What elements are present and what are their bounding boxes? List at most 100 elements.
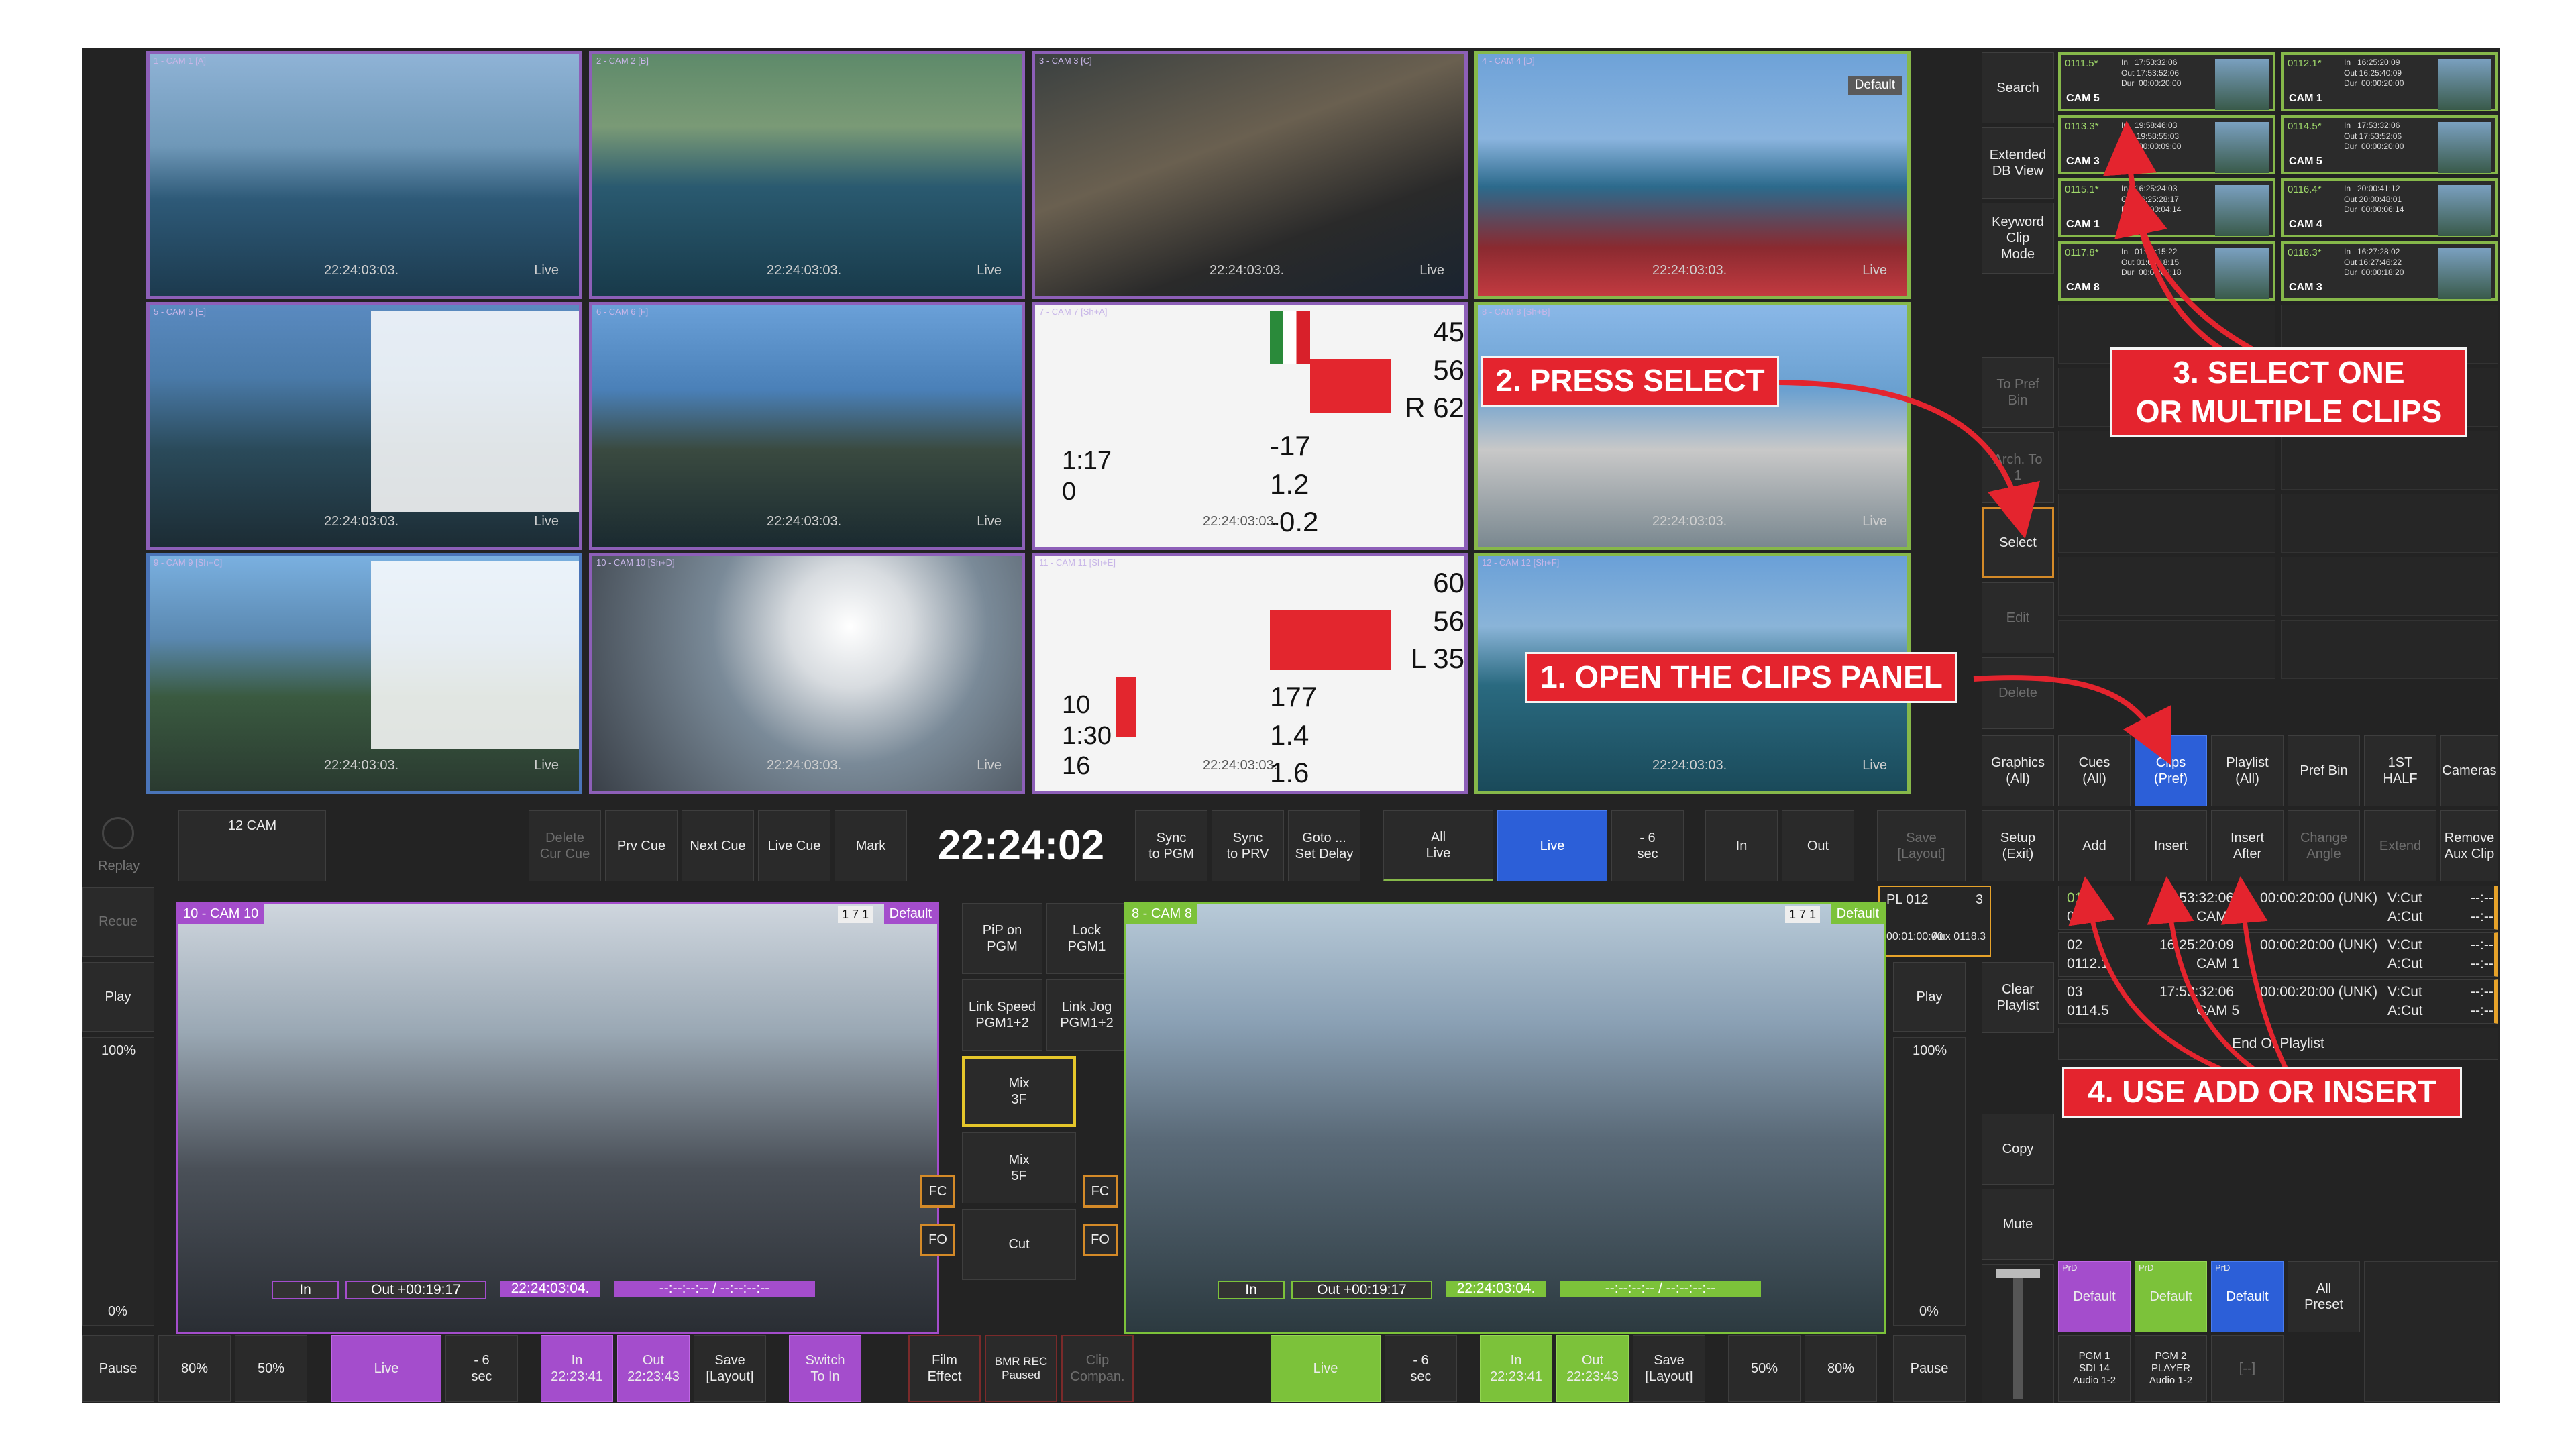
- camera-tile[interactable]: 10 - CAM 10 [Sh+D] 22:24:03:03. Live: [589, 553, 1025, 794]
- insert-button[interactable]: Insert: [2135, 810, 2207, 881]
- play-button-left[interactable]: Play: [82, 962, 154, 1032]
- speed-50-button-right[interactable]: 50%: [1728, 1335, 1801, 1402]
- in-button[interactable]: In: [1705, 810, 1778, 881]
- keyword-clip-mode-button[interactable]: Keyword Clip Mode: [1982, 203, 2054, 274]
- to-pref-bin-button[interactable]: To Pref Bin: [1982, 357, 2054, 428]
- playlist-row[interactable]: 02 0112.1 16:25:20:09 CAM 1 00:00:20:00 …: [2058, 932, 2498, 977]
- recue-button[interactable]: Recue: [82, 887, 154, 957]
- clip-companion-button[interactable]: Clip Compan.: [1061, 1335, 1134, 1402]
- link-jog-button[interactable]: Link Jog PGM1+2: [1046, 979, 1127, 1051]
- goto-set-delay-button[interactable]: Goto ... Set Delay: [1288, 810, 1360, 881]
- speed-80-button-right[interactable]: 80%: [1805, 1335, 1877, 1402]
- add-button[interactable]: Add: [2058, 810, 2131, 881]
- clip-slot-empty[interactable]: [2281, 431, 2498, 490]
- live-button-right[interactable]: Live: [1271, 1335, 1381, 1402]
- fade-cut-right-button[interactable]: FC: [1083, 1175, 1118, 1208]
- link-speed-button[interactable]: Link Speed PGM1+2: [962, 979, 1042, 1051]
- live-cue-button[interactable]: Live Cue: [758, 810, 830, 881]
- out-point-button-left[interactable]: Out 22:23:43: [617, 1335, 690, 1402]
- search-button[interactable]: Search: [1982, 52, 2054, 123]
- clip-slot-empty[interactable]: [2281, 557, 2498, 616]
- minus-6-sec-button[interactable]: - 6 sec: [1611, 810, 1684, 881]
- bmr-rec-button[interactable]: BMR REC Paused: [985, 1335, 1057, 1402]
- clip-cell[interactable]: 0112.1* In 16:25:20:09 Out 16:25:40:09 D…: [2281, 52, 2498, 111]
- camera-tile[interactable]: 1 - CAM 1 [A] 22:24:03:03. Live: [146, 51, 582, 299]
- pgm1-output[interactable]: PGM 1 SDI 14 Audio 1-2: [2058, 1335, 2131, 1402]
- fader-handle[interactable]: [1996, 1269, 2040, 1278]
- player-a[interactable]: 10 - CAM 10 1 7 1 Default In Out +00:19:…: [176, 902, 939, 1334]
- change-angle-button[interactable]: Change Angle: [2288, 810, 2360, 881]
- audio-fader[interactable]: [1982, 1264, 2054, 1403]
- camera-tile[interactable]: 6 - CAM 6 [F] 22:24:03:03. Live: [589, 302, 1025, 550]
- clip-cell[interactable]: 0113.3* In 19:58:46:03 Out 19:58:55:03 D…: [2058, 115, 2275, 174]
- clip-cell[interactable]: 0117.8* In 01:00:15:22 Out 01:00:18:15 D…: [2058, 241, 2275, 301]
- fade-out-right-button[interactable]: FO: [1083, 1224, 1118, 1256]
- playlist-row[interactable]: 03 0114.5 17:53:32:06 CAM 5 00:00:20:00 …: [2058, 979, 2498, 1024]
- delete-cue-button[interactable]: Delete Cur Cue: [529, 810, 601, 881]
- save-layout-button-left[interactable]: Save [Layout]: [694, 1335, 766, 1402]
- film-effect-button[interactable]: Film Effect: [908, 1335, 981, 1402]
- minus-6-sec-button-right[interactable]: - 6 sec: [1385, 1335, 1457, 1402]
- minus-6-sec-button-left[interactable]: - 6 sec: [445, 1335, 518, 1402]
- next-cue-button[interactable]: Next Cue: [682, 810, 754, 881]
- all-preset-button[interactable]: All Preset: [2288, 1261, 2360, 1332]
- tab-clips[interactable]: Clips (Pref): [2135, 735, 2207, 806]
- tab-graphics[interactable]: Graphics (All): [1982, 735, 2054, 806]
- speed-80-button-left[interactable]: 80%: [158, 1335, 231, 1402]
- live-button[interactable]: Live: [1497, 810, 1607, 881]
- play-button-right[interactable]: Play: [1893, 962, 1966, 1032]
- mix-5f-button[interactable]: Mix 5F: [962, 1132, 1076, 1203]
- camera-tile[interactable]: 11 - CAM 11 [Sh+E] 60 56 L 35 177 1.4 1.…: [1032, 553, 1468, 794]
- camera-tile[interactable]: 7 - CAM 7 [Sh+A] 45 56 R 62 -17 1.2 -0.2…: [1032, 302, 1468, 550]
- tab-cameras[interactable]: Cameras: [2440, 735, 2498, 806]
- speed-bar-right[interactable]: 100% 0%: [1893, 1037, 1966, 1326]
- clip-slot-empty[interactable]: [2281, 620, 2498, 679]
- speed-50-button-left[interactable]: 50%: [235, 1335, 307, 1402]
- remove-aux-clip-button[interactable]: Remove Aux Clip: [2440, 810, 2498, 881]
- save-layout-button[interactable]: Save [Layout]: [1877, 810, 1966, 881]
- extend-button[interactable]: Extend: [2364, 810, 2436, 881]
- camera-tile[interactable]: 4 - CAM 4 [D] Default 22:24:03:03. Live: [1474, 51, 1911, 299]
- sync-to-prv-button[interactable]: Sync to PRV: [1212, 810, 1284, 881]
- select-button[interactable]: Select: [1982, 507, 2054, 578]
- fade-out-left-button[interactable]: FO: [920, 1224, 955, 1256]
- copy-button[interactable]: Copy: [1982, 1114, 2054, 1185]
- clear-playlist-button[interactable]: Clear Playlist: [1982, 962, 2054, 1033]
- pause-button-left[interactable]: Pause: [82, 1335, 154, 1402]
- clip-cell[interactable]: 0118.3* In 16:27:28:02 Out 16:27:46:22 D…: [2281, 241, 2498, 301]
- tab-cues[interactable]: Cues (All): [2058, 735, 2131, 806]
- mute-button[interactable]: Mute: [1982, 1189, 2054, 1260]
- pip-on-pgm-button[interactable]: PiP on PGM: [962, 903, 1042, 974]
- mix-3f-button[interactable]: Mix 3F: [962, 1056, 1076, 1127]
- camera-tile[interactable]: 8 - CAM 8 [Sh+B] 22:24:03:03. Live: [1474, 302, 1911, 550]
- clip-cell[interactable]: 0115.1* In 16:25:24:03 Out 16:25:28:17 D…: [2058, 178, 2275, 237]
- mark-button[interactable]: Mark: [835, 810, 907, 881]
- switch-to-in-button[interactable]: Switch To In: [789, 1335, 861, 1402]
- player-b[interactable]: 8 - CAM 8 1 7 1 Default In Out +00:19:17…: [1124, 902, 1886, 1334]
- camera-tile[interactable]: 2 - CAM 2 [B] 22:24:03:03. Live: [589, 51, 1025, 299]
- speed-bar-left[interactable]: 100% 0%: [82, 1037, 154, 1326]
- camera-tile[interactable]: 5 - CAM 5 [E] 22:24:03:03. Live: [146, 302, 582, 550]
- clip-slot-empty[interactable]: [2058, 557, 2275, 616]
- clip-slot-empty[interactable]: [2281, 494, 2498, 553]
- camera-tile[interactable]: 9 - CAM 9 [Sh+C] 22:24:03:03. Live: [146, 553, 582, 794]
- camera-tile[interactable]: 3 - CAM 3 [C] 22:24:03:03. Live: [1032, 51, 1468, 299]
- clip-cell[interactable]: 0111.5* In 17:53:32:06 Out 17:53:52:06 D…: [2058, 52, 2275, 111]
- pause-button-right[interactable]: Pause: [1893, 1335, 1966, 1402]
- setup-exit-button[interactable]: Setup (Exit): [1982, 810, 2054, 881]
- in-point-button-right[interactable]: In 22:23:41: [1480, 1335, 1552, 1402]
- camera-layout-select[interactable]: 12 CAM: [178, 810, 326, 881]
- clip-slot-empty[interactable]: [2058, 620, 2275, 679]
- lock-pgm1-button[interactable]: Lock PGM1: [1046, 903, 1127, 974]
- edit-button[interactable]: Edit: [1982, 582, 2054, 653]
- extended-db-view-button[interactable]: Extended DB View: [1982, 127, 2054, 199]
- pgm2-output[interactable]: PGM 2 PLAYER Audio 1-2: [2135, 1335, 2207, 1402]
- save-layout-button-right[interactable]: Save [Layout]: [1633, 1335, 1705, 1402]
- playlist-header[interactable]: PL 012 3 00:01:00:00 Aux 0118.3: [1878, 885, 1991, 957]
- clip-cell[interactable]: 0114.5* In 17:53:32:06 Out 17:53:52:06 D…: [2281, 115, 2498, 174]
- tab-pref-bin[interactable]: Pref Bin: [2288, 735, 2360, 806]
- clip-slot-empty[interactable]: [2058, 494, 2275, 553]
- live-button-left[interactable]: Live: [331, 1335, 441, 1402]
- fade-cut-left-button[interactable]: FC: [920, 1175, 955, 1208]
- tab-first-half[interactable]: 1ST HALF: [2364, 735, 2436, 806]
